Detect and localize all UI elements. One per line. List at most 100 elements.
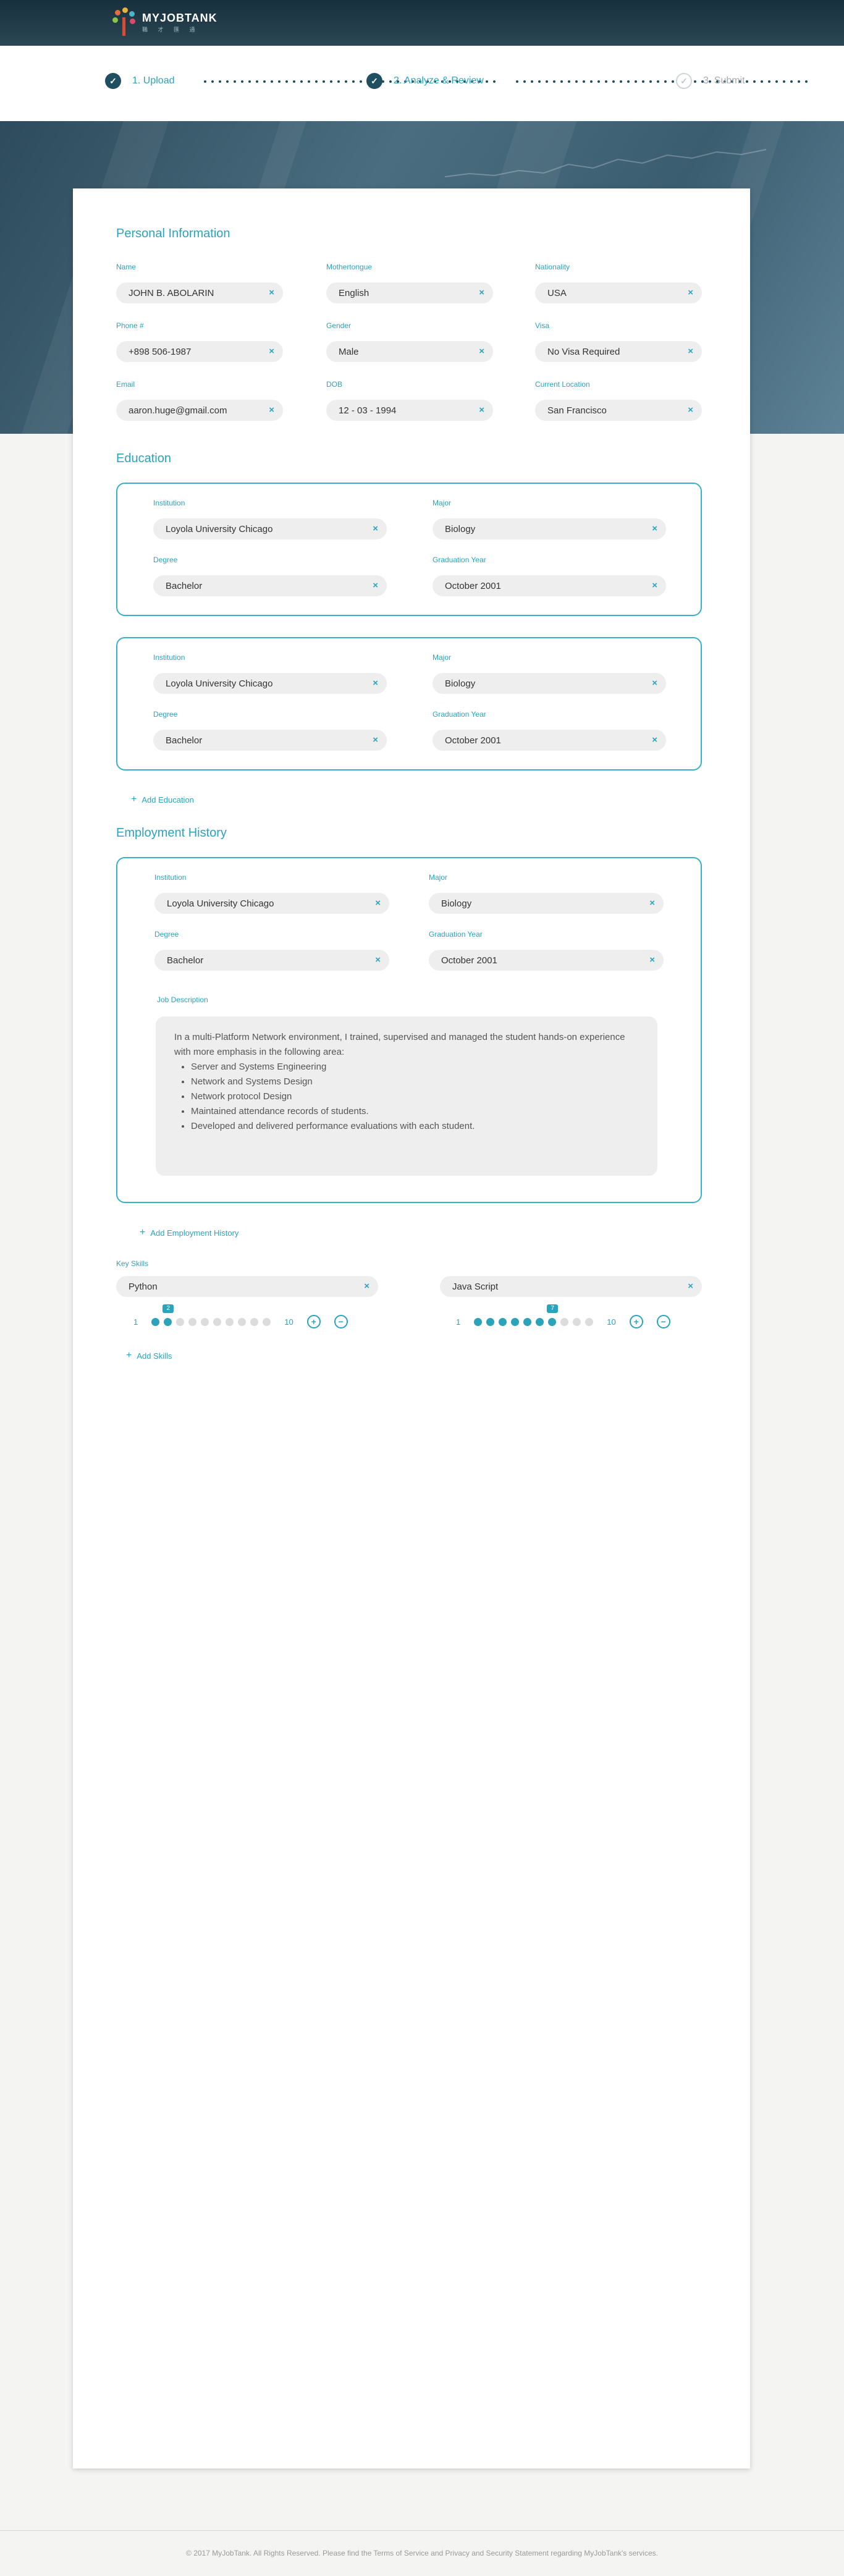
hero-graph-decoration <box>445 149 766 177</box>
clear-icon[interactable]: × <box>479 405 484 415</box>
skill-level-dot[interactable] <box>523 1317 532 1326</box>
skill-level-dot[interactable] <box>213 1317 222 1326</box>
field-value: Bachelor <box>167 955 204 966</box>
section-title-skills: Key Skills <box>116 1259 149 1268</box>
skill-level-dot[interactable] <box>164 1317 172 1326</box>
clear-icon[interactable]: × <box>479 346 484 357</box>
skill-level-dot[interactable] <box>585 1317 594 1326</box>
clear-icon[interactable]: × <box>373 735 378 745</box>
add-education-button[interactable]: + Add Education <box>131 794 194 805</box>
institution-field[interactable]: Loyola University Chicago × <box>153 518 387 539</box>
clear-icon[interactable]: × <box>652 580 657 591</box>
dob-field[interactable]: 12 - 03 - 1994 × <box>326 400 493 421</box>
clear-icon[interactable]: × <box>375 898 381 908</box>
mothertongue-field[interactable]: English × <box>326 282 493 303</box>
major-field[interactable]: Biology × <box>433 518 666 539</box>
name-field[interactable]: JOHN B. ABOLARIN × <box>116 282 283 303</box>
clear-icon[interactable]: × <box>688 1281 693 1291</box>
clear-icon[interactable]: × <box>652 735 657 745</box>
graduation-year-field[interactable]: October 2001 × <box>433 730 666 751</box>
skill-level-dot[interactable] <box>573 1317 581 1326</box>
degree-field[interactable]: Bachelor × <box>154 950 389 971</box>
clear-icon[interactable]: × <box>688 346 693 357</box>
brand-logo[interactable]: MYJOBTANK 職 才 匯 通 <box>110 6 217 38</box>
clear-icon[interactable]: × <box>269 346 274 357</box>
step-analyze-review[interactable]: ✓ 2. Analyze & Review <box>366 73 484 89</box>
section-title-employment: Employment History <box>116 826 227 840</box>
job-description-textarea[interactable]: In a multi-Platform Network environment,… <box>156 1016 657 1176</box>
field-value: Loyola University Chicago <box>166 678 273 689</box>
skill-level-dot[interactable] <box>201 1317 209 1326</box>
skill-level-dot[interactable] <box>176 1317 185 1326</box>
degree-field[interactable]: Bachelor × <box>153 575 387 596</box>
phone-field[interactable]: +898 506-1987 × <box>116 341 283 362</box>
footer-copyright: © 2017 MyJobTank. All Rights Reserved. P… <box>186 2549 658 2557</box>
clear-icon[interactable]: × <box>652 523 657 534</box>
job-description-list: Server and Systems Engineering Network a… <box>191 1060 639 1134</box>
major-field[interactable]: Biology × <box>429 893 664 914</box>
step-upload[interactable]: ✓ 1. Upload <box>105 73 175 89</box>
clear-icon[interactable]: × <box>269 405 274 415</box>
institution-field[interactable]: Loyola University Chicago × <box>153 673 387 694</box>
skill-level-dots[interactable]: 2 <box>151 1304 271 1326</box>
scale-max: 10 <box>284 1317 293 1327</box>
skill-field[interactable]: Python × <box>116 1276 378 1297</box>
clear-icon[interactable]: × <box>479 287 484 298</box>
skill-level-dot[interactable] <box>536 1317 544 1326</box>
minus-icon: − <box>338 1317 344 1327</box>
email-field[interactable]: aaron.huge@gmail.com × <box>116 400 283 421</box>
skill-level-dot[interactable] <box>486 1317 495 1326</box>
skill-level-dot[interactable] <box>548 1317 557 1326</box>
skill-level-dot[interactable] <box>499 1317 507 1326</box>
clear-icon[interactable]: × <box>373 580 378 591</box>
clear-icon[interactable]: × <box>652 678 657 688</box>
clear-icon[interactable]: × <box>649 955 655 965</box>
skill-level-dot[interactable] <box>151 1317 160 1326</box>
degree-field[interactable]: Bachelor × <box>153 730 387 751</box>
clear-icon[interactable]: × <box>375 955 381 965</box>
check-icon: ✓ <box>105 73 121 89</box>
step-connector <box>516 80 808 83</box>
clear-icon[interactable]: × <box>373 523 378 534</box>
visa-field[interactable]: No Visa Required × <box>535 341 702 362</box>
skill-level-tooltip: 2 <box>162 1304 174 1313</box>
skill-level-dot[interactable] <box>250 1317 259 1326</box>
clear-icon[interactable]: × <box>688 405 693 415</box>
nationality-field[interactable]: USA × <box>535 282 702 303</box>
field-value: JOHN B. ABOLARIN <box>129 287 214 298</box>
increase-level-button[interactable]: + <box>306 1315 321 1328</box>
skill-level-dot[interactable] <box>511 1317 520 1326</box>
skill-level-dot[interactable] <box>474 1317 483 1326</box>
skill-level-dot[interactable] <box>263 1317 271 1326</box>
field-value: October 2001 <box>445 580 501 591</box>
field-value: Biology <box>445 523 476 534</box>
list-item: Developed and delivered performance eval… <box>191 1119 639 1134</box>
location-field[interactable]: San Francisco × <box>535 400 702 421</box>
clear-icon[interactable]: × <box>269 287 274 298</box>
skill-field[interactable]: Java Script × <box>440 1276 702 1297</box>
progress-stepper: ✓ 1. Upload ✓ 2. Analyze & Review ✓ 3. S… <box>0 46 844 121</box>
skill-level-dot[interactable] <box>188 1317 197 1326</box>
major-field[interactable]: Biology × <box>433 673 666 694</box>
clear-icon[interactable]: × <box>688 287 693 298</box>
increase-level-button[interactable]: + <box>629 1315 643 1328</box>
decrease-level-button[interactable]: − <box>656 1315 670 1328</box>
skill-level-dots[interactable]: 7 <box>474 1304 594 1326</box>
clear-icon[interactable]: × <box>364 1281 369 1291</box>
add-employment-button[interactable]: + Add Employment History <box>140 1227 238 1238</box>
field-value: Python <box>129 1281 158 1292</box>
skill-level-dot[interactable] <box>238 1317 247 1326</box>
skill-level-dot[interactable] <box>226 1317 234 1326</box>
graduation-year-field[interactable]: October 2001 × <box>429 950 664 971</box>
step-submit[interactable]: ✓ 3. Submit <box>676 73 745 89</box>
add-skills-button[interactable]: + Add Skills <box>126 1350 172 1361</box>
clear-icon[interactable]: × <box>373 678 378 688</box>
field-label-visa: Visa <box>535 321 550 330</box>
institution-field[interactable]: Loyola University Chicago × <box>154 893 389 914</box>
clear-icon[interactable]: × <box>649 898 655 908</box>
skill-level-scale: 1 2 10 + − <box>133 1304 348 1328</box>
graduation-year-field[interactable]: October 2001 × <box>433 575 666 596</box>
decrease-level-button[interactable]: − <box>334 1315 348 1328</box>
gender-field[interactable]: Male × <box>326 341 493 362</box>
skill-level-dot[interactable] <box>560 1317 569 1326</box>
